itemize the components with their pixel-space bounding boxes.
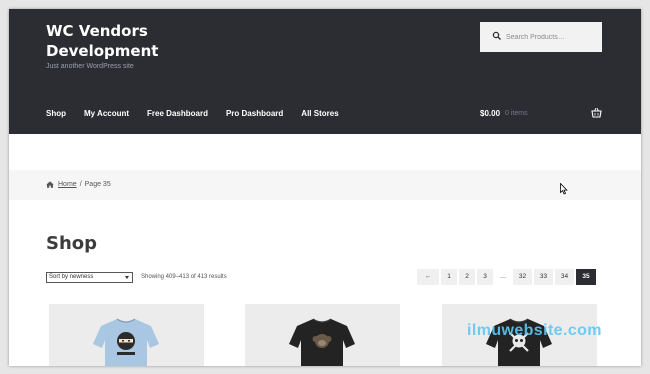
nav-item-pro-dashboard[interactable]: Pro Dashboard	[226, 109, 283, 118]
nav-item-shop[interactable]: Shop	[46, 109, 66, 118]
breadcrumb-current: Page 35	[84, 181, 111, 188]
breadcrumb: Home / Page 35	[46, 181, 111, 188]
pagination-page[interactable]: 2	[459, 269, 475, 285]
nav-item-free-dashboard[interactable]: Free Dashboard	[147, 109, 208, 118]
site-tagline: Just another WordPress site	[46, 63, 134, 70]
pagination-page[interactable]: 33	[534, 269, 553, 285]
pagination-current-page: 35	[576, 269, 596, 285]
shopping-basket-icon[interactable]	[591, 107, 602, 118]
watermark: ilmuwebsite.com	[467, 322, 602, 339]
search-input[interactable]	[506, 30, 596, 44]
sort-select[interactable]: Sort by newness	[46, 272, 133, 283]
product-search[interactable]	[480, 22, 602, 52]
pagination-page[interactable]: 1	[441, 269, 457, 285]
pagination: ← 1 2 3 … 32 33 34 35	[417, 269, 598, 285]
pagination-prev[interactable]: ←	[417, 269, 439, 285]
site-title[interactable]: WC Vendors Development	[46, 21, 186, 61]
nav-item-my-account[interactable]: My Account	[84, 109, 129, 118]
pagination-ellipsis: …	[499, 273, 507, 280]
breadcrumb-home-link[interactable]: Home	[58, 181, 77, 188]
site-header: WC Vendors Development Just another Word…	[9, 9, 641, 134]
product-image-monkey-tshirt[interactable]	[245, 304, 400, 366]
result-count: Showing 409–413 of 413 results	[141, 274, 227, 280]
pagination-page[interactable]: 32	[513, 269, 532, 285]
pagination-page[interactable]: 3	[477, 269, 493, 285]
breadcrumb-bar: Home / Page 35	[9, 170, 641, 200]
product-image-ninja-tshirt[interactable]	[49, 304, 204, 366]
product-card[interactable]	[49, 304, 204, 366]
browser-page: WC Vendors Development Just another Word…	[9, 9, 641, 366]
primary-nav: Shop My Account Free Dashboard Pro Dashb…	[46, 109, 357, 118]
product-card[interactable]	[245, 304, 400, 366]
cart-amount[interactable]: $0.00	[480, 109, 500, 118]
home-icon	[46, 181, 54, 188]
chevron-down-icon	[125, 276, 129, 279]
breadcrumb-separator: /	[79, 181, 82, 188]
sort-select-value: Sort by newness	[49, 274, 94, 280]
search-icon	[492, 31, 501, 40]
header-cart[interactable]: $0.00 0 items	[480, 107, 602, 118]
cart-count[interactable]: 0 items	[505, 110, 528, 117]
nav-item-all-stores[interactable]: All Stores	[301, 109, 338, 118]
mouse-cursor-icon	[560, 183, 568, 195]
page-title: Shop	[46, 233, 98, 254]
pagination-page[interactable]: 34	[555, 269, 574, 285]
